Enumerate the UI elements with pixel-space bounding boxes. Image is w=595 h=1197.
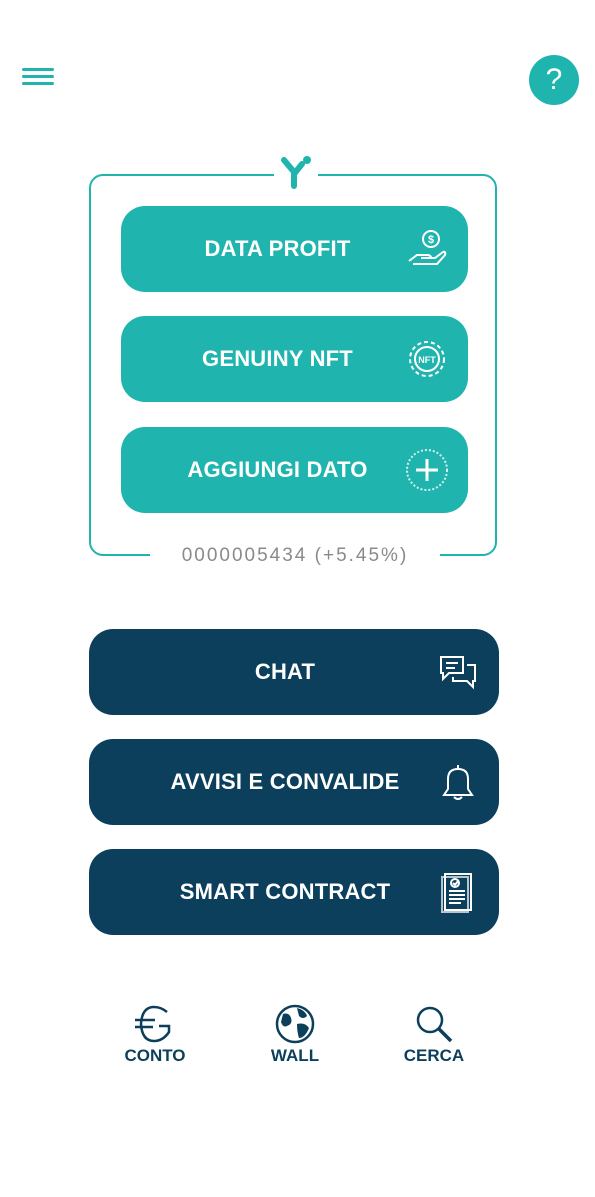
nav-conto-label: CONTO	[124, 1046, 186, 1065]
genuiny-nft-label: GENUINY NFT	[202, 346, 353, 371]
svg-text:$: $	[428, 234, 434, 246]
hand-coin-icon: $	[404, 226, 450, 272]
alerts-button[interactable]: AVVISI E CONVALIDE	[89, 739, 499, 825]
add-data-label: AGGIUNGI DATO	[187, 457, 368, 482]
plus-circle-icon	[404, 447, 450, 493]
add-data-button[interactable]: AGGIUNGI DATO	[121, 427, 468, 513]
nav-wall[interactable]: WALL	[250, 1004, 340, 1066]
hamburger-menu-icon	[22, 68, 54, 71]
globe-icon	[275, 1004, 315, 1044]
nav-wall-label: WALL	[270, 1046, 320, 1065]
smart-contract-button[interactable]: SMART CONTRACT	[89, 849, 499, 935]
smart-contract-label: SMART CONTRACT	[179, 879, 391, 904]
y-logo-icon	[281, 156, 311, 189]
data-profit-label: DATA PROFIT	[204, 236, 351, 261]
nav-cerca[interactable]: CERCA	[389, 1004, 479, 1066]
svg-text:NFT: NFT	[418, 355, 436, 365]
data-counter: 0000005434 (+5.45%)	[181, 545, 409, 566]
chat-bubbles-icon	[435, 649, 481, 695]
help-button[interactable]: ?	[529, 55, 579, 105]
contract-document-icon	[435, 869, 481, 915]
chat-label: CHAT	[254, 659, 316, 684]
euro-icon	[135, 1005, 171, 1043]
nft-gear-icon: NFT	[404, 336, 450, 382]
data-profit-button[interactable]: DATA PROFIT $	[121, 206, 468, 292]
bell-icon	[435, 759, 481, 805]
genuiny-nft-button[interactable]: GENUINY NFT NFT	[121, 316, 468, 402]
chat-button[interactable]: CHAT	[89, 629, 499, 715]
menu-button[interactable]	[22, 64, 58, 96]
search-icon	[416, 1006, 453, 1043]
alerts-label: AVVISI E CONVALIDE	[170, 769, 400, 794]
nav-cerca-label: CERCA	[403, 1046, 465, 1065]
nav-conto[interactable]: CONTO	[110, 1004, 200, 1066]
